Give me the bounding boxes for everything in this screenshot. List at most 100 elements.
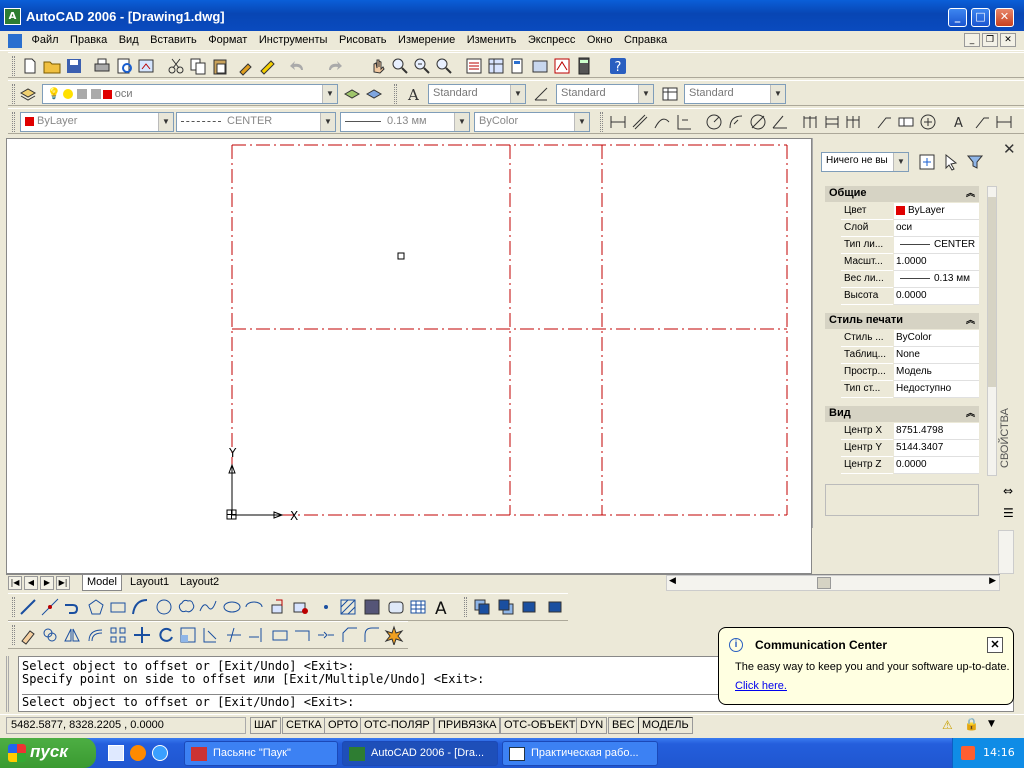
zoom-previous-icon[interactable] <box>434 56 454 76</box>
start-button[interactable]: пуск <box>0 738 96 768</box>
menu-file[interactable]: Файл <box>28 31 63 49</box>
internet-explorer-icon[interactable] <box>152 745 168 761</box>
quick-dimension-icon[interactable] <box>800 112 820 132</box>
ordinate-dimension-icon[interactable] <box>674 112 694 132</box>
draworder-front-icon[interactable] <box>472 597 492 617</box>
extend-icon[interactable] <box>246 625 266 645</box>
insert-block-icon[interactable] <box>268 597 288 617</box>
close-button[interactable]: ✕ <box>995 8 1014 27</box>
multiline-text-icon[interactable]: A <box>432 597 452 617</box>
palette-menu-icon[interactable]: ☰ <box>1003 506 1014 520</box>
tab-model[interactable]: Model <box>82 575 122 591</box>
close-icon[interactable]: ✕ <box>1003 140 1016 158</box>
draworder-back-icon[interactable] <box>496 597 516 617</box>
layer-properties-icon[interactable] <box>18 84 38 104</box>
collapse-icon[interactable]: ︽ <box>966 313 975 326</box>
command-window-grip[interactable] <box>6 656 18 712</box>
first-tab-button[interactable]: |◀ <box>8 576 22 590</box>
toolbar-grip[interactable] <box>12 597 15 617</box>
markup-set-manager-icon[interactable] <box>552 56 572 76</box>
sheet-set-manager-icon[interactable] <box>530 56 550 76</box>
scale-icon[interactable] <box>178 625 198 645</box>
autocad-app-icon[interactable]: A <box>4 8 21 25</box>
open-folder-icon[interactable] <box>42 56 62 76</box>
quick-select-icon[interactable] <box>965 152 985 172</box>
toolbar-grip[interactable] <box>12 84 15 104</box>
aligned-dimension-icon[interactable] <box>630 112 650 132</box>
toolbar-grip[interactable] <box>600 112 603 132</box>
select-objects-icon[interactable] <box>941 152 961 172</box>
table-style-combo[interactable]: Standard ▼ <box>684 84 786 104</box>
dyn-toggle-button[interactable]: DYN <box>576 717 608 734</box>
prop-row[interactable]: Центр X 8751.4798 <box>841 423 979 440</box>
array-icon[interactable] <box>108 625 128 645</box>
linear-dimension-icon[interactable] <box>608 112 628 132</box>
draworder-under-icon[interactable] <box>544 597 564 617</box>
spline-icon[interactable] <box>198 597 218 617</box>
stretch-icon[interactable] <box>200 625 220 645</box>
model-paper-toggle-button[interactable]: МОДЕЛЬ <box>638 717 693 734</box>
print-icon[interactable] <box>92 56 112 76</box>
center-mark-icon[interactable] <box>918 112 938 132</box>
menu-view[interactable]: Вид <box>115 31 143 49</box>
diameter-dimension-icon[interactable] <box>748 112 768 132</box>
prop-row[interactable]: Тип ст... Недоступно <box>841 381 979 398</box>
construction-line-icon[interactable] <box>40 597 60 617</box>
chevron-down-icon[interactable]: ▼ <box>322 85 337 103</box>
clock[interactable]: 14:16 <box>983 746 1015 759</box>
menu-window[interactable]: Окно <box>583 31 617 49</box>
minimize-button[interactable]: _ <box>948 8 967 27</box>
prop-row[interactable]: Центр Z 0.0000 <box>841 457 979 474</box>
doc-close-button[interactable]: ✕ <box>1000 33 1016 47</box>
toolbar-grip[interactable] <box>12 112 15 132</box>
color-control-combo[interactable]: ByLayer ▼ <box>20 112 174 132</box>
task-word-document[interactable]: Практическая рабо... <box>502 741 658 766</box>
line-icon[interactable] <box>18 597 38 617</box>
show-desktop-icon[interactable] <box>108 745 124 761</box>
dimension-edit-icon[interactable]: A <box>950 112 970 132</box>
scroll-right-icon[interactable]: ▶ <box>989 576 996 586</box>
menu-help[interactable]: Справка <box>620 31 671 49</box>
menu-format[interactable]: Формат <box>204 31 251 49</box>
copy-object-icon[interactable] <box>40 625 60 645</box>
menu-dimension[interactable]: Измерение <box>394 31 459 49</box>
snap-toggle-button[interactable]: ШАГ <box>250 717 282 734</box>
plotstyle-control-combo[interactable]: ByColor ▼ <box>474 112 590 132</box>
offset-icon[interactable] <box>86 625 106 645</box>
tool-palettes-icon[interactable] <box>508 56 528 76</box>
chamfer-icon[interactable] <box>340 625 360 645</box>
otrack-toggle-button[interactable]: ОТС-ОБЪЕКТ <box>500 717 580 734</box>
explode-icon[interactable] <box>384 625 404 645</box>
task-autocad[interactable]: AutoCAD 2006 - [Dra... <box>342 741 498 766</box>
dimension-style-icon[interactable] <box>532 84 552 104</box>
calculator-icon[interactable] <box>574 56 594 76</box>
move-icon[interactable] <box>132 625 152 645</box>
copy-icon[interactable] <box>188 56 208 76</box>
radius-dimension-icon[interactable] <box>704 112 724 132</box>
lineweight-toggle-button[interactable]: ВЕС <box>608 717 639 734</box>
scroll-thumb[interactable] <box>817 577 831 589</box>
balloon-link[interactable]: Click here. <box>735 680 787 692</box>
pan-realtime-icon[interactable] <box>368 56 388 76</box>
ellipse-icon[interactable] <box>222 597 242 617</box>
save-icon[interactable] <box>64 56 84 76</box>
zoom-window-icon[interactable] <box>412 56 432 76</box>
prop-row[interactable]: Цвет ByLayer <box>841 203 979 220</box>
region-icon[interactable] <box>386 597 406 617</box>
prop-row[interactable]: Простр... Модель <box>841 364 979 381</box>
chevron-down-icon[interactable]: ▼ <box>770 85 785 103</box>
menu-modify[interactable]: Изменить <box>463 31 521 49</box>
new-file-icon[interactable] <box>20 56 40 76</box>
chevron-down-icon[interactable]: ▼ <box>510 85 525 103</box>
dimension-update-icon[interactable] <box>994 112 1014 132</box>
dimension-style-combo[interactable]: Standard ▼ <box>556 84 654 104</box>
jogged-dimension-icon[interactable] <box>726 112 746 132</box>
prev-tab-button[interactable]: ◀ <box>24 576 38 590</box>
toolbar-grip[interactable] <box>12 56 15 76</box>
doc-restore-button[interactable]: ❐ <box>982 33 998 47</box>
table-icon[interactable] <box>408 597 428 617</box>
trim-icon[interactable] <box>224 625 244 645</box>
chevron-down-icon[interactable]: ▼ <box>574 113 589 131</box>
chevron-down-icon[interactable]: ▼ <box>320 113 335 131</box>
make-layer-current-icon[interactable] <box>342 84 362 104</box>
